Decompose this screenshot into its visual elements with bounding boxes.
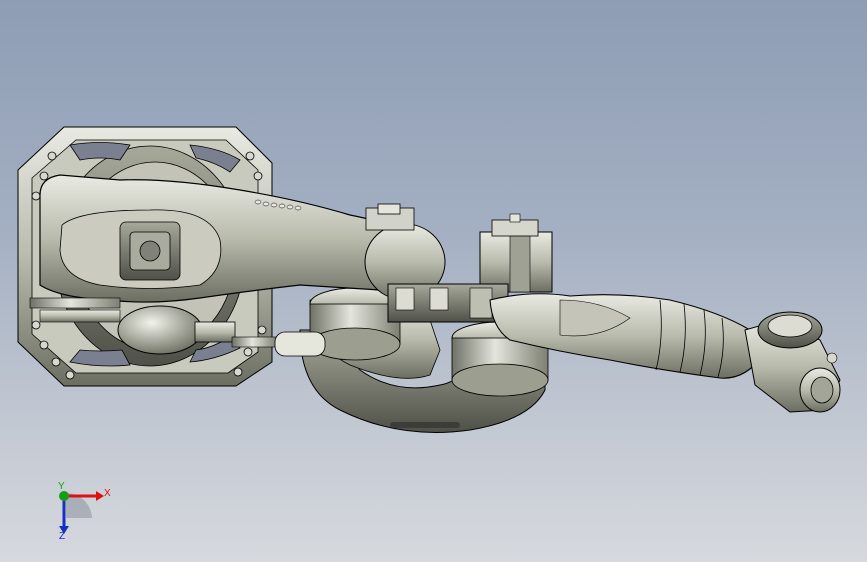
cad-graphics-viewport[interactable]: X Y Z — [0, 0, 867, 562]
x-axis-label: X — [104, 488, 111, 499]
upper-arm-link[interactable] — [39, 174, 446, 303]
wrist-assembly[interactable] — [744, 311, 841, 413]
z-axis-label: Z — [59, 531, 66, 542]
robot-arm-model[interactable] — [0, 0, 867, 562]
elbow-motor[interactable] — [479, 213, 553, 293]
coordinate-triad: X Y Z — [44, 480, 114, 545]
y-axis-label: Y — [58, 481, 65, 492]
